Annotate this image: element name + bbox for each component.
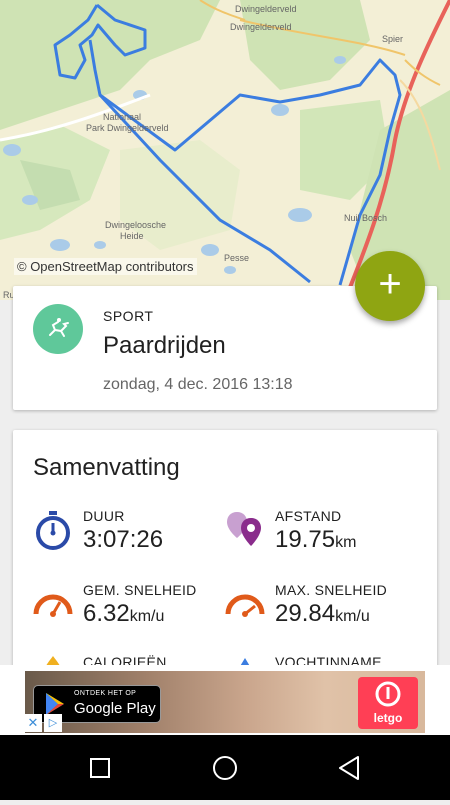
map-label-pesse: Pesse — [224, 253, 250, 263]
adchoices-icon[interactable]: ▷ — [44, 714, 62, 732]
map-label-dwingeloosche: Dwingeloosche — [105, 220, 167, 230]
ad-banner[interactable]: ONTDEK HET OP Google Play letgo ✕ ▷ — [0, 665, 450, 735]
home-icon — [213, 756, 237, 780]
stopwatch-icon — [33, 508, 73, 552]
map-attribution[interactable]: © OpenStreetMap contributors — [14, 258, 197, 275]
ad-close-icon[interactable]: ✕ — [24, 714, 42, 732]
speedometer-icon — [225, 582, 265, 626]
plus-icon: + — [378, 262, 402, 306]
stat-max-speed: MAX. SNELHEID 29.84km/u — [225, 582, 415, 642]
workout-date: zondag, 4 dec. 2016 13:18 — [103, 376, 293, 393]
map-label-spier: Spier — [382, 34, 404, 44]
distance-unit: km — [335, 534, 357, 551]
google-play-top-text: ONTDEK HET OP — [74, 690, 137, 697]
sport-label: SPORT — [103, 308, 154, 324]
distance-label: AFSTAND — [275, 508, 342, 524]
map-label-heide: Heide — [120, 231, 144, 241]
avg-speed-value: 6.32km/u — [83, 600, 165, 627]
map-label-nationaal: Nationaal — [103, 112, 142, 122]
add-button[interactable]: + — [355, 251, 425, 321]
back-button[interactable] — [320, 735, 380, 800]
stat-duration: DUUR 3:07:26 — [33, 508, 223, 568]
letgo-logo[interactable]: letgo — [358, 677, 418, 729]
speedometer-icon — [33, 582, 73, 626]
map-label-dwingelderveld: Dwingelderveld — [230, 22, 292, 32]
horse-riding-icon — [33, 304, 83, 354]
map-label-park: Park Dwingelderveld — [86, 123, 169, 133]
location-pins-icon — [225, 508, 265, 552]
max-speed-value: 29.84km/u — [275, 600, 370, 627]
stat-distance: AFSTAND 19.75km — [225, 508, 415, 568]
recent-apps-icon — [90, 758, 110, 778]
letgo-bubble-icon — [375, 681, 401, 707]
map-label-dwingelderveld-road: Dwingelderveld — [235, 4, 297, 14]
duration-label: DUUR — [83, 508, 125, 524]
system-nav-bar — [0, 735, 450, 800]
letgo-text: letgo — [373, 711, 403, 725]
recent-apps-button[interactable] — [70, 735, 130, 800]
back-icon — [339, 756, 359, 780]
stat-avg-speed: GEM. SNELHEID 6.32km/u — [33, 582, 223, 642]
max-speed-label: MAX. SNELHEID — [275, 582, 388, 598]
distance-value: 19.75km — [275, 526, 357, 553]
duration-value: 3:07:26 — [83, 526, 164, 553]
google-play-text: Google Play — [74, 700, 156, 717]
summary-title: Samenvatting — [33, 454, 180, 481]
summary-card: Samenvatting DUUR 3:07:26 AFSTAND 19.75k… — [13, 430, 437, 690]
avg-speed-label: GEM. SNELHEID — [83, 582, 197, 598]
sport-name: Paardrijden — [103, 332, 226, 359]
avg-speed-unit: km/u — [129, 608, 165, 625]
home-button[interactable] — [195, 735, 255, 800]
map-label-bosch: Bosch — [362, 213, 388, 223]
map-label-nuil: Nuil — [344, 213, 360, 223]
max-speed-unit: km/u — [335, 608, 370, 625]
ad-image[interactable]: ONTDEK HET OP Google Play letgo — [25, 671, 425, 733]
